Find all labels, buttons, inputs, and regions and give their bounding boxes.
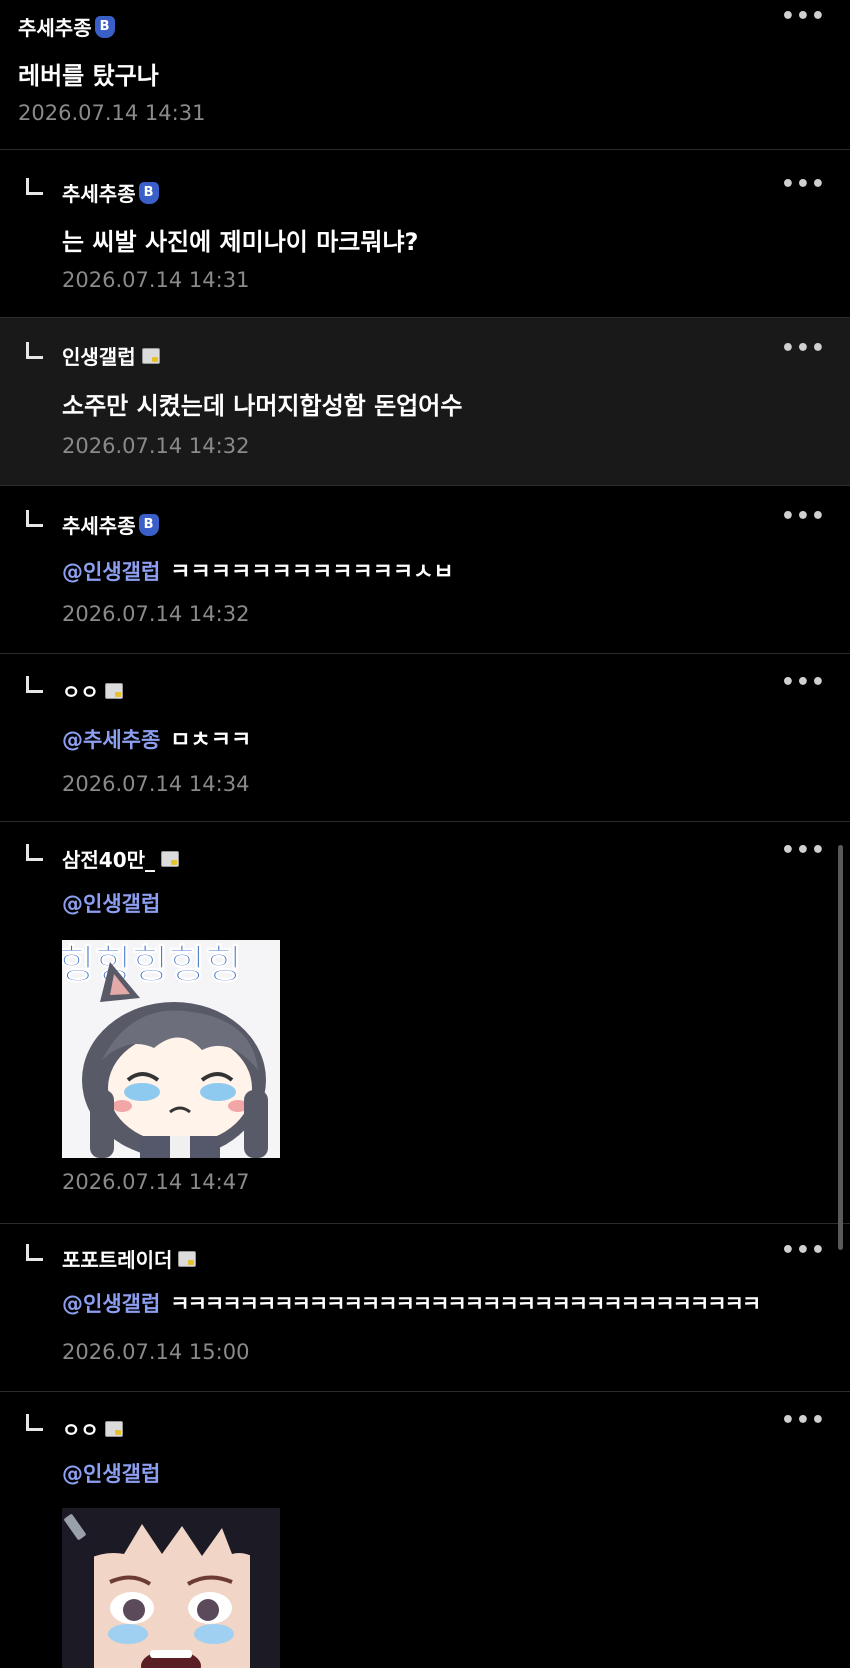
author-name[interactable]: 추세추종: [62, 178, 136, 207]
more-icon[interactable]: •••: [781, 6, 826, 28]
reply-2: 인생갤럽 소주만 시켰는데 나머지합성함 돈업어수 2026.07.14 14:…: [0, 318, 850, 486]
image-badge-icon: [104, 682, 123, 699]
reply-3: 추세추종 B @인생갤럽 ㅋㅋㅋㅋㅋㅋㅋㅋㅋㅋㅋㅋㅅㅂ 2026.07.14 14…: [0, 486, 850, 654]
more-icon[interactable]: •••: [781, 1410, 826, 1432]
reply-arrow-icon: [26, 178, 43, 195]
author-name[interactable]: 인생갤럽: [62, 341, 136, 370]
comment-timestamp: 2026.07.14 14:47: [62, 1170, 250, 1194]
comment-timestamp: 2026.07.14 14:34: [62, 772, 250, 796]
mention-link[interactable]: @인생갤럽: [62, 1462, 160, 1486]
comment-timestamp: 2026.07.14 15:00: [62, 1340, 250, 1364]
comment-content: @인생갤럽: [62, 1458, 160, 1488]
comment-timestamp: 2026.07.14 14:32: [62, 602, 250, 626]
comment-text: ㅁㅊㅋㅋ: [170, 728, 252, 753]
more-icon[interactable]: •••: [781, 338, 826, 360]
comment-text: 레버를 탔구나: [18, 62, 159, 90]
b-badge-icon: B: [138, 513, 159, 536]
comment-timestamp: 2026.07.14 14:31: [62, 268, 250, 292]
scrollbar[interactable]: [838, 845, 843, 1250]
author-name[interactable]: ㅇㅇ: [62, 1414, 99, 1443]
comment-top: 추세추종 B 레버를 탔구나 2026.07.14 14:31 •••: [0, 0, 850, 150]
reply-arrow-icon: [26, 1244, 43, 1261]
author-name[interactable]: 삼전40만_: [62, 844, 155, 873]
comment-timestamp: 2026.07.14 14:31: [18, 101, 206, 125]
more-icon[interactable]: •••: [781, 1240, 826, 1262]
reply-1: 추세추종 B 는 씨발 사진에 제미나이 마크뭐냐? 2026.07.14 14…: [0, 150, 850, 318]
image-badge-icon: [161, 850, 180, 867]
comment-author[interactable]: 포포트레이더: [62, 1244, 197, 1273]
author-name[interactable]: 포포트레이더: [62, 1244, 172, 1273]
author-name[interactable]: 추세추종: [62, 510, 136, 539]
mention-link[interactable]: @인생갤럽: [62, 560, 160, 584]
comment-content: @인생갤럽 ㅋㅋㅋㅋㅋㅋㅋㅋㅋㅋㅋㅋㅋㅋㅋㅋㅋㅋㅋㅋㅋㅋㅋㅋㅋㅋㅋㅋㅋㅋㅋㅋㅋㅋ: [62, 1288, 761, 1318]
author-name[interactable]: ㅇㅇ: [62, 676, 99, 705]
comment-timestamp: 2026.07.14 14:32: [62, 434, 250, 458]
comment-text: 는 씨발 사진에 제미나이 마크뭐냐?: [62, 228, 419, 256]
reply-arrow-icon: [26, 844, 43, 861]
more-icon[interactable]: •••: [781, 840, 826, 862]
mention-link[interactable]: @추세추종: [62, 728, 160, 752]
comment-author[interactable]: ㅇㅇ: [62, 676, 123, 705]
reply-arrow-icon: [26, 342, 43, 359]
comment-text: 소주만 시켰는데 나머지합성함 돈업어수: [62, 392, 463, 420]
reply-arrow-icon: [26, 676, 43, 693]
sticker-image: 힝힝힝힝힝: [62, 940, 280, 1158]
image-badge-icon: [141, 347, 160, 364]
more-icon[interactable]: •••: [781, 174, 826, 196]
reply-arrow-icon: [26, 1414, 43, 1431]
sticker-crying-girl[interactable]: 힝힝힝힝힝: [62, 940, 280, 1158]
b-badge-icon: B: [138, 181, 159, 204]
sticker-text: 힝힝힝힝힝: [62, 942, 242, 988]
more-icon[interactable]: •••: [781, 506, 826, 528]
comment-author[interactable]: ㅇㅇ: [62, 1414, 123, 1443]
comment-author[interactable]: 인생갤럽: [62, 341, 160, 370]
sticker-image: [62, 1508, 280, 1668]
reply-arrow-icon: [26, 510, 43, 527]
comment-author[interactable]: 추세추종 B: [18, 12, 115, 41]
comment-content: @인생갤럽: [62, 888, 160, 918]
reply-6: 포포트레이더 @인생갤럽 ㅋㅋㅋㅋㅋㅋㅋㅋㅋㅋㅋㅋㅋㅋㅋㅋㅋㅋㅋㅋㅋㅋㅋㅋㅋㅋㅋㅋ…: [0, 1224, 850, 1392]
author-name[interactable]: 추세추종: [18, 12, 92, 41]
image-badge-icon: [104, 1420, 123, 1437]
more-icon[interactable]: •••: [781, 672, 826, 694]
comment-content: @인생갤럽 ㅋㅋㅋㅋㅋㅋㅋㅋㅋㅋㅋㅋㅅㅂ: [62, 554, 454, 586]
sticker-crying-girl-2[interactable]: [62, 1508, 280, 1668]
comment-content: @추세추종 ㅁㅊㅋㅋ: [62, 722, 251, 754]
image-badge-icon: [178, 1250, 197, 1267]
mention-link[interactable]: @인생갤럽: [62, 892, 160, 916]
comment-text: ㅋㅋㅋㅋㅋㅋㅋㅋㅋㅋㅋㅋㅅㅂ: [170, 560, 454, 585]
comment-author[interactable]: 추세추종 B: [62, 178, 159, 207]
comment-author[interactable]: 삼전40만_: [62, 844, 180, 873]
mention-link[interactable]: @인생갤럽: [62, 1292, 160, 1316]
b-badge-icon: B: [94, 15, 115, 38]
comment-text: ㅋㅋㅋㅋㅋㅋㅋㅋㅋㅋㅋㅋㅋㅋㅋㅋㅋㅋㅋㅋㅋㅋㅋㅋㅋㅋㅋㅋㅋㅋㅋㅋㅋㅋ: [170, 1292, 761, 1316]
reply-4: ㅇㅇ @추세추종 ㅁㅊㅋㅋ 2026.07.14 14:34 •••: [0, 654, 850, 822]
comment-author[interactable]: 추세추종 B: [62, 510, 159, 539]
